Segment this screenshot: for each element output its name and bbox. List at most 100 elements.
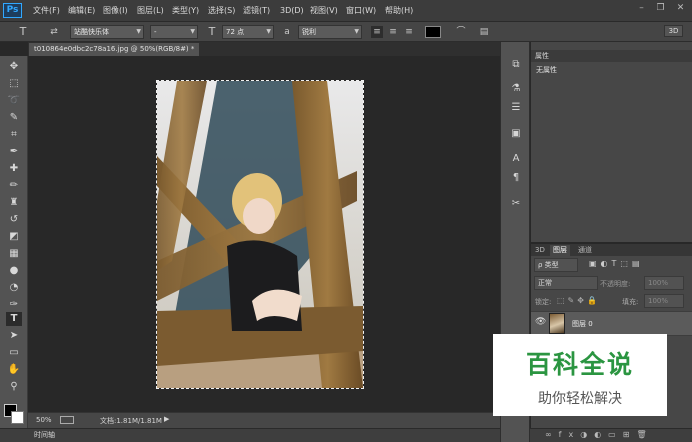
tab-layers[interactable]: 图层 bbox=[550, 245, 570, 256]
align-center-icon[interactable]: ≡ bbox=[387, 26, 399, 38]
options-bar: T ⇄ 站酷快乐体 ▼ - ▼ T 72 点 ▼ a 锐利 ▼ ≡ ≡ ≡ ⌒ ▤ bbox=[0, 22, 692, 42]
chevron-down-icon: ▼ bbox=[354, 28, 359, 35]
text-color-swatch[interactable] bbox=[425, 26, 441, 38]
properties-tab-label[interactable]: 属性 bbox=[531, 52, 549, 60]
font-family-select[interactable]: 站酷快乐体 ▼ bbox=[70, 25, 144, 39]
layer-bottom-icons[interactable]: ∞fx◑◐▭⊞🗑 bbox=[545, 428, 692, 442]
layer-thumbnail bbox=[549, 313, 565, 334]
history-panel-icon[interactable]: ⧉ bbox=[508, 58, 524, 72]
font-size-icon: T bbox=[208, 25, 216, 38]
crop-icon[interactable]: ⌗ bbox=[6, 128, 22, 142]
history-brush-icon[interactable]: ↺ bbox=[6, 213, 22, 227]
healing-icon[interactable]: ✚ bbox=[6, 162, 22, 176]
type-tool-icon[interactable]: T bbox=[17, 26, 29, 38]
warp-text-icon[interactable]: ⌒ bbox=[455, 26, 467, 38]
antialias-icon: a bbox=[284, 27, 290, 37]
menu-layer[interactable]: 图层(L) bbox=[137, 5, 164, 17]
menu-view[interactable]: 视图(V) bbox=[310, 5, 338, 17]
path-select-icon[interactable]: ➤ bbox=[6, 329, 22, 343]
menu-3d[interactable]: 3D(D) bbox=[280, 5, 304, 17]
antialias-value: 锐利 bbox=[302, 28, 316, 36]
blur-icon[interactable]: ● bbox=[6, 264, 22, 278]
font-size-value: 72 点 bbox=[226, 28, 245, 36]
blend-mode-select[interactable]: 正常 bbox=[534, 276, 598, 290]
layer-name[interactable]: 图层 0 bbox=[572, 319, 593, 329]
font-family-value: 站酷快乐体 bbox=[74, 28, 109, 36]
text-orientation-icon[interactable]: ⇄ bbox=[48, 26, 60, 38]
layer-filter-icons[interactable]: ▣◐T⬚▤ bbox=[589, 259, 644, 268]
menu-file[interactable]: 文件(F) bbox=[33, 5, 60, 17]
move-icon[interactable]: ✥ bbox=[6, 60, 22, 74]
zoom-level[interactable]: 50% bbox=[36, 416, 52, 424]
document-tab[interactable]: t010864e0dbc2c78a16.jpg @ 50%(RGB/8#) *× bbox=[29, 43, 199, 56]
fill-input[interactable]: 100% bbox=[644, 294, 684, 308]
font-style-select[interactable]: - ▼ bbox=[150, 25, 198, 39]
menu-edit[interactable]: 编辑(E) bbox=[68, 5, 95, 17]
close-icon[interactable]: ✕ bbox=[675, 3, 686, 14]
restore-icon[interactable]: ❐ bbox=[655, 3, 666, 14]
quick-select-icon[interactable]: ✎ bbox=[6, 111, 22, 125]
properties-empty-label: 无属性 bbox=[536, 66, 557, 74]
document-title: t010864e0dbc2c78a16.jpg @ 50%(RGB/8#) * bbox=[34, 45, 195, 53]
menu-window[interactable]: 窗口(W) bbox=[346, 5, 376, 17]
layer-filter-select[interactable]: ρ 类型 bbox=[534, 258, 578, 272]
brush-icon[interactable]: ✏ bbox=[6, 179, 22, 193]
pen-icon[interactable]: ✑ bbox=[6, 298, 22, 312]
stamp-icon[interactable]: ♜ bbox=[6, 196, 22, 210]
antialias-select[interactable]: 锐利 ▼ bbox=[298, 25, 362, 39]
menu-type[interactable]: 类型(Y) bbox=[172, 5, 199, 17]
chevron-down-icon: ▼ bbox=[190, 28, 195, 35]
document-size-info: 文档:1.81M/1.81M bbox=[100, 417, 162, 425]
properties-tab-strip: 属性 bbox=[531, 50, 692, 62]
type-icon[interactable]: T bbox=[6, 312, 22, 326]
menu-help[interactable]: 帮助(H) bbox=[385, 5, 413, 17]
sliders-icon[interactable]: ☰ bbox=[508, 101, 524, 115]
character-panel-icon[interactable]: ▤ bbox=[478, 26, 490, 38]
3d-mode-button[interactable]: 3D bbox=[664, 25, 683, 37]
paragraph-icon[interactable]: ¶ bbox=[508, 171, 524, 185]
opacity-input[interactable]: 100% bbox=[644, 276, 684, 290]
chevron-down-icon: ▼ bbox=[136, 28, 141, 35]
fill-label: 填充: bbox=[622, 298, 639, 306]
shape-icon[interactable]: ▭ bbox=[6, 346, 22, 360]
hand-icon[interactable]: ✋ bbox=[6, 363, 22, 377]
document-image[interactable] bbox=[156, 80, 364, 389]
eyedropper-icon[interactable]: ✒ bbox=[6, 145, 22, 159]
menu-bar: Ps 文件(F) 编辑(E) 图像(I) 图层(L) 类型(Y) 选择(S) 滤… bbox=[0, 0, 692, 22]
opacity-label: 不透明度: bbox=[600, 280, 631, 288]
menu-select[interactable]: 选择(S) bbox=[208, 5, 235, 17]
adjustments-icon[interactable]: ⚗ bbox=[508, 82, 524, 96]
photo-illustration bbox=[157, 81, 363, 388]
gradient-icon[interactable]: ▦ bbox=[6, 247, 22, 261]
timeline-label[interactable]: 时间轴 bbox=[34, 430, 55, 440]
close-tab-icon[interactable]: × bbox=[198, 45, 199, 53]
zoom-icon[interactable]: ⚲ bbox=[6, 380, 22, 394]
character-icon[interactable]: A bbox=[508, 152, 524, 166]
chevron-down-icon: ▼ bbox=[266, 28, 271, 35]
status-preview-icon[interactable] bbox=[60, 416, 74, 424]
watermark-subtitle: 助你轻松解决 bbox=[538, 391, 622, 407]
status-arrow-icon[interactable]: ▶ bbox=[164, 415, 169, 423]
tab-channels[interactable]: 通道 bbox=[578, 245, 592, 256]
watermark-title: 百科全说 bbox=[525, 350, 634, 379]
styles-icon[interactable]: ▣ bbox=[508, 127, 524, 141]
marquee-icon[interactable]: ⬚ bbox=[6, 77, 22, 91]
tab-3d[interactable]: 3D bbox=[535, 245, 545, 256]
font-size-select[interactable]: 72 点 ▼ bbox=[222, 25, 274, 39]
lock-icons[interactable]: ⬚✎✥🔒 bbox=[557, 296, 600, 305]
minimize-icon[interactable]: – bbox=[636, 3, 647, 14]
tools-preset-icon[interactable]: ✂ bbox=[508, 197, 524, 211]
menu-image[interactable]: 图像(I) bbox=[103, 5, 128, 17]
lasso-icon[interactable]: ➰ bbox=[6, 94, 22, 108]
background-color-swatch[interactable] bbox=[11, 411, 24, 424]
eye-icon[interactable]: 👁 bbox=[535, 317, 546, 327]
lock-label: 锁定: bbox=[535, 298, 552, 306]
dodge-icon[interactable]: ◔ bbox=[6, 281, 22, 295]
menu-filter[interactable]: 滤镜(T) bbox=[243, 5, 270, 17]
align-right-icon[interactable]: ≡ bbox=[403, 26, 415, 38]
font-style-value: - bbox=[154, 28, 157, 36]
status-bar: 50% 文档:1.81M/1.81M ▶ bbox=[28, 412, 500, 428]
photoshop-logo: Ps bbox=[3, 3, 22, 18]
align-left-icon[interactable]: ≡ bbox=[371, 26, 383, 38]
eraser-icon[interactable]: ◩ bbox=[6, 230, 22, 244]
